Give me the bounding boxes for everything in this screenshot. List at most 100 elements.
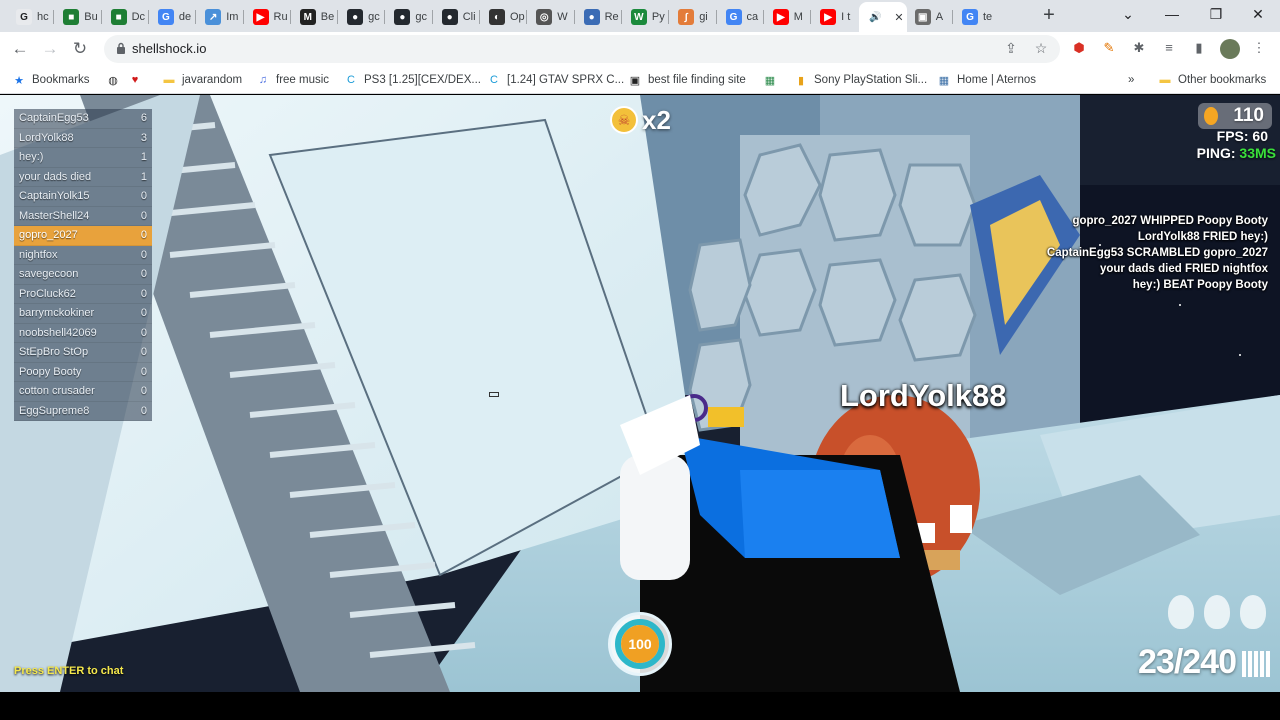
url-text: shellshock.io	[132, 41, 207, 56]
scoreboard-row: CaptainEgg53 6	[14, 109, 152, 129]
back-icon[interactable]: ←	[9, 38, 31, 60]
player-score: 0	[140, 229, 147, 242]
enemy-nametag: LordYolk88	[840, 378, 1007, 413]
bookmark-item[interactable]: ▦	[763, 71, 783, 89]
bookmark-item[interactable]: C PS3 [1.25][CEX/DEX...	[344, 71, 481, 89]
browser-tab[interactable]: ● gc	[339, 4, 385, 30]
minimize-icon[interactable]: —	[1162, 6, 1182, 26]
tab-separator	[762, 10, 764, 24]
bookmark-icon: ▦	[938, 74, 950, 87]
player-name: EggSupreme8	[19, 404, 90, 417]
forward-icon[interactable]: →	[39, 38, 61, 60]
bookmark-item[interactable]: ▣ best file finding site	[628, 71, 746, 89]
side-panel-icon[interactable]: ▮	[1190, 40, 1208, 58]
bookmark-item[interactable]: ▬ javarandom	[162, 71, 243, 89]
game-viewport[interactable]: CaptainEgg53 6 LordYolk88 3 hey:) 1 your dads …	[0, 95, 1280, 692]
player-score: 0	[140, 326, 147, 339]
tab-separator	[195, 10, 197, 24]
menu-dots-icon[interactable]: ⋮	[1250, 40, 1268, 58]
bookmark-item[interactable]: ♥	[128, 71, 148, 89]
tab-strip: Ghc ■ Bu ■ Dc Gde ↗ Im ▶ Ru M Be ● gc ● gc ● Cli ◐ Op ◎ W ● Re W…	[0, 0, 1280, 32]
tab-title: I t	[841, 11, 851, 23]
tab-search-icon[interactable]: ⌄	[1118, 6, 1138, 26]
browser-tab[interactable]: ◎ W	[528, 4, 574, 30]
bookmark-item[interactable]: ▦ Home | Aternos	[937, 71, 1036, 89]
tab-favicon-icon: ▶	[252, 9, 269, 25]
other-bookmarks[interactable]: ▬ Other bookmarks	[1158, 71, 1267, 89]
scoreboard-row: noobshell42069 0	[14, 323, 152, 343]
tab-separator	[573, 10, 575, 24]
close-window-icon[interactable]: ✕	[1248, 6, 1268, 26]
bookmark-item[interactable]: ◍	[106, 71, 126, 89]
profile-avatar[interactable]	[1220, 39, 1240, 59]
bookmark-item[interactable]: C [1.24] GTAV SPRX C...	[487, 71, 624, 89]
bookmark-label: Sony PlayStation Sli...	[814, 74, 928, 86]
extensions-puzzle-icon[interactable]: ✱	[1130, 40, 1148, 58]
grenade-icon	[1168, 595, 1194, 629]
tab-separator	[289, 10, 291, 24]
tab-title: gi	[699, 11, 708, 23]
browser-tab[interactable]: ▶ M	[765, 4, 811, 30]
bookmarks-overflow-icon[interactable]: »	[1128, 71, 1134, 89]
tab-favicon-icon: G	[16, 9, 32, 25]
browser-tab[interactable]: ■ Bu	[55, 4, 101, 30]
scoreboard-row: gopro_2027 0	[14, 226, 152, 246]
browser-tab[interactable]: ● Cli	[434, 4, 480, 30]
scoreboard-row: StEpBro StOp 0	[14, 343, 152, 363]
new-tab-button[interactable]: +	[1038, 5, 1060, 27]
browser-tab[interactable]: W Py	[623, 4, 669, 30]
tab-title: hc	[37, 11, 49, 23]
browser-tab[interactable]: ▣ A	[907, 4, 953, 30]
close-tab-icon[interactable]: ✕	[894, 11, 903, 24]
browser-toolbar: ← → ↻ shellshock.io ⇪ ☆ ⬢ ✎ ✱ ≡ ▮ ⋮	[0, 32, 1280, 66]
ping-label: PING:	[1196, 145, 1236, 161]
player-score: 0	[140, 346, 147, 359]
kill-feed: gopro_2027 WHIPPED Poopy Booty LordYolk88…	[1047, 213, 1268, 293]
tab-title: Op	[510, 11, 525, 23]
browser-tab[interactable]: ↗ Im	[197, 4, 243, 30]
reload-icon[interactable]: ↻	[69, 38, 91, 60]
browser-tab[interactable]: ▶ Ru	[245, 4, 291, 30]
killfeed-entry: your dads died FRIED nightfox	[1099, 263, 1268, 275]
browser-tab[interactable]: 🔊 ✕	[859, 2, 908, 32]
browser-tab[interactable]: ■ Dc	[103, 4, 149, 30]
share-icon[interactable]: ⇪	[1002, 40, 1020, 58]
browser-tab[interactable]: ▶ I t	[812, 4, 858, 30]
bookmark-item[interactable]: ▮ Sony PlayStation Sli...	[794, 71, 927, 89]
tab-title: gc	[368, 11, 380, 23]
tab-separator	[100, 10, 102, 24]
browser-tab[interactable]: Ghc	[8, 4, 54, 30]
tab-favicon-icon: ●	[441, 9, 458, 25]
browser-tab[interactable]: ∫ gi	[670, 4, 716, 30]
tab-separator	[479, 10, 480, 24]
player-name: barrymckokiner	[19, 307, 95, 320]
player-score: 1	[140, 170, 147, 183]
browser-tab[interactable]: M Be	[292, 4, 338, 30]
player-name: Poopy Booty	[19, 365, 82, 378]
tab-separator	[147, 10, 149, 24]
health-meter: 100	[608, 612, 672, 676]
restore-icon[interactable]: ❐	[1206, 6, 1226, 26]
extension-edit-icon[interactable]: ✎	[1100, 40, 1118, 58]
tab-title: M	[793, 11, 803, 23]
scoreboard: CaptainEgg53 6 LordYolk88 3 hey:) 1 your dads …	[14, 109, 152, 421]
address-bar[interactable]: shellshock.io ⇪ ☆	[104, 35, 1060, 63]
star-icon[interactable]: ☆	[1032, 40, 1050, 58]
browser-tab[interactable]: Gde	[150, 4, 196, 30]
killfeed-entry: gopro_2027 WHIPPED Poopy Booty	[1072, 215, 1268, 227]
tab-title: Dc	[131, 11, 146, 23]
browser-tab[interactable]: Gca	[718, 4, 764, 30]
bookmark-icon: ♥	[131, 74, 139, 86]
extension-badge-icon[interactable]: ⬢	[1070, 40, 1088, 58]
player-name: your dads died	[19, 170, 92, 183]
bookmark-item[interactable]: ★ Bookmarks	[12, 71, 89, 89]
tab-title: A	[935, 11, 944, 23]
bookmark-item[interactable]: ♫ free music	[256, 71, 329, 89]
media-control-icon[interactable]: ≡	[1160, 40, 1178, 58]
browser-tab[interactable]: ● Re	[576, 4, 622, 30]
browser-tab[interactable]: Gte	[954, 4, 1000, 30]
tab-separator	[526, 10, 528, 24]
browser-tab[interactable]: ● gc	[386, 4, 432, 30]
browser-tab[interactable]: ◐ Op	[481, 4, 527, 30]
bookmark-icon: ▮	[797, 74, 805, 87]
